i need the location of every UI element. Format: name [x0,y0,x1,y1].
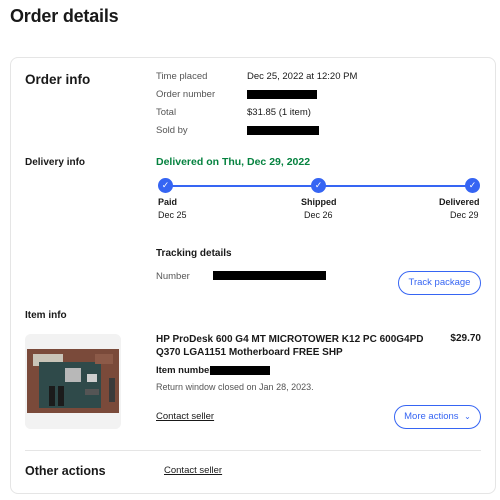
motherboard-image [25,334,121,429]
order-info-heading: Order info [25,72,91,87]
step-paid-check-icon: ✓ [158,178,173,193]
step-shipped-label: Shipped [301,197,337,207]
item-info-heading: Item info [25,310,67,321]
step-paid-date: Dec 25 [158,210,187,220]
item-price: $29.70 [450,333,481,344]
order-number-redacted [247,90,317,99]
delivery-info-heading: Delivery info [25,157,86,168]
item-number-label: Item number: [156,365,217,376]
step-delivered-label: Delivered [439,197,480,207]
order-number-label: Order number [156,89,216,100]
item-title[interactable]: HP ProDesk 600 G4 MT MICROTOWER K12 PC 6… [156,333,436,359]
more-actions-label: More actions [404,411,459,422]
step-shipped-date: Dec 26 [304,210,333,220]
time-placed-label: Time placed [156,71,208,82]
total-label: Total [156,107,177,118]
tracking-number-redacted [213,271,326,280]
step-shipped-check-icon: ✓ [311,178,326,193]
step-delivered-date: Dec 29 [450,210,479,220]
sold-by-label: Sold by [156,125,188,136]
sold-by-redacted [247,126,319,135]
total-value: $31.85 (1 item) [247,107,311,118]
chevron-down-icon: ⌄ [464,412,471,421]
item-contact-seller-link[interactable]: Contact seller [156,411,214,422]
other-contact-seller-link[interactable]: Contact seller [164,465,222,476]
track-package-button[interactable]: Track package [398,271,481,295]
return-window-text: Return window closed on Jan 28, 2023. [156,382,314,392]
tracking-details-heading: Tracking details [156,248,232,259]
item-number-redacted [210,366,270,375]
tracking-number-label: Number [156,271,190,282]
step-delivered-check-icon: ✓ [465,178,480,193]
page-title: Order details [10,6,119,26]
item-thumbnail[interactable] [25,334,121,429]
time-placed-value: Dec 25, 2022 at 12:20 PM [247,71,358,82]
section-divider [25,450,481,451]
step-paid-label: Paid [158,197,178,207]
more-actions-button[interactable]: More actions ⌄ [394,405,481,429]
delivery-status: Delivered on Thu, Dec 29, 2022 [156,156,311,168]
other-actions-heading: Other actions [25,464,106,478]
